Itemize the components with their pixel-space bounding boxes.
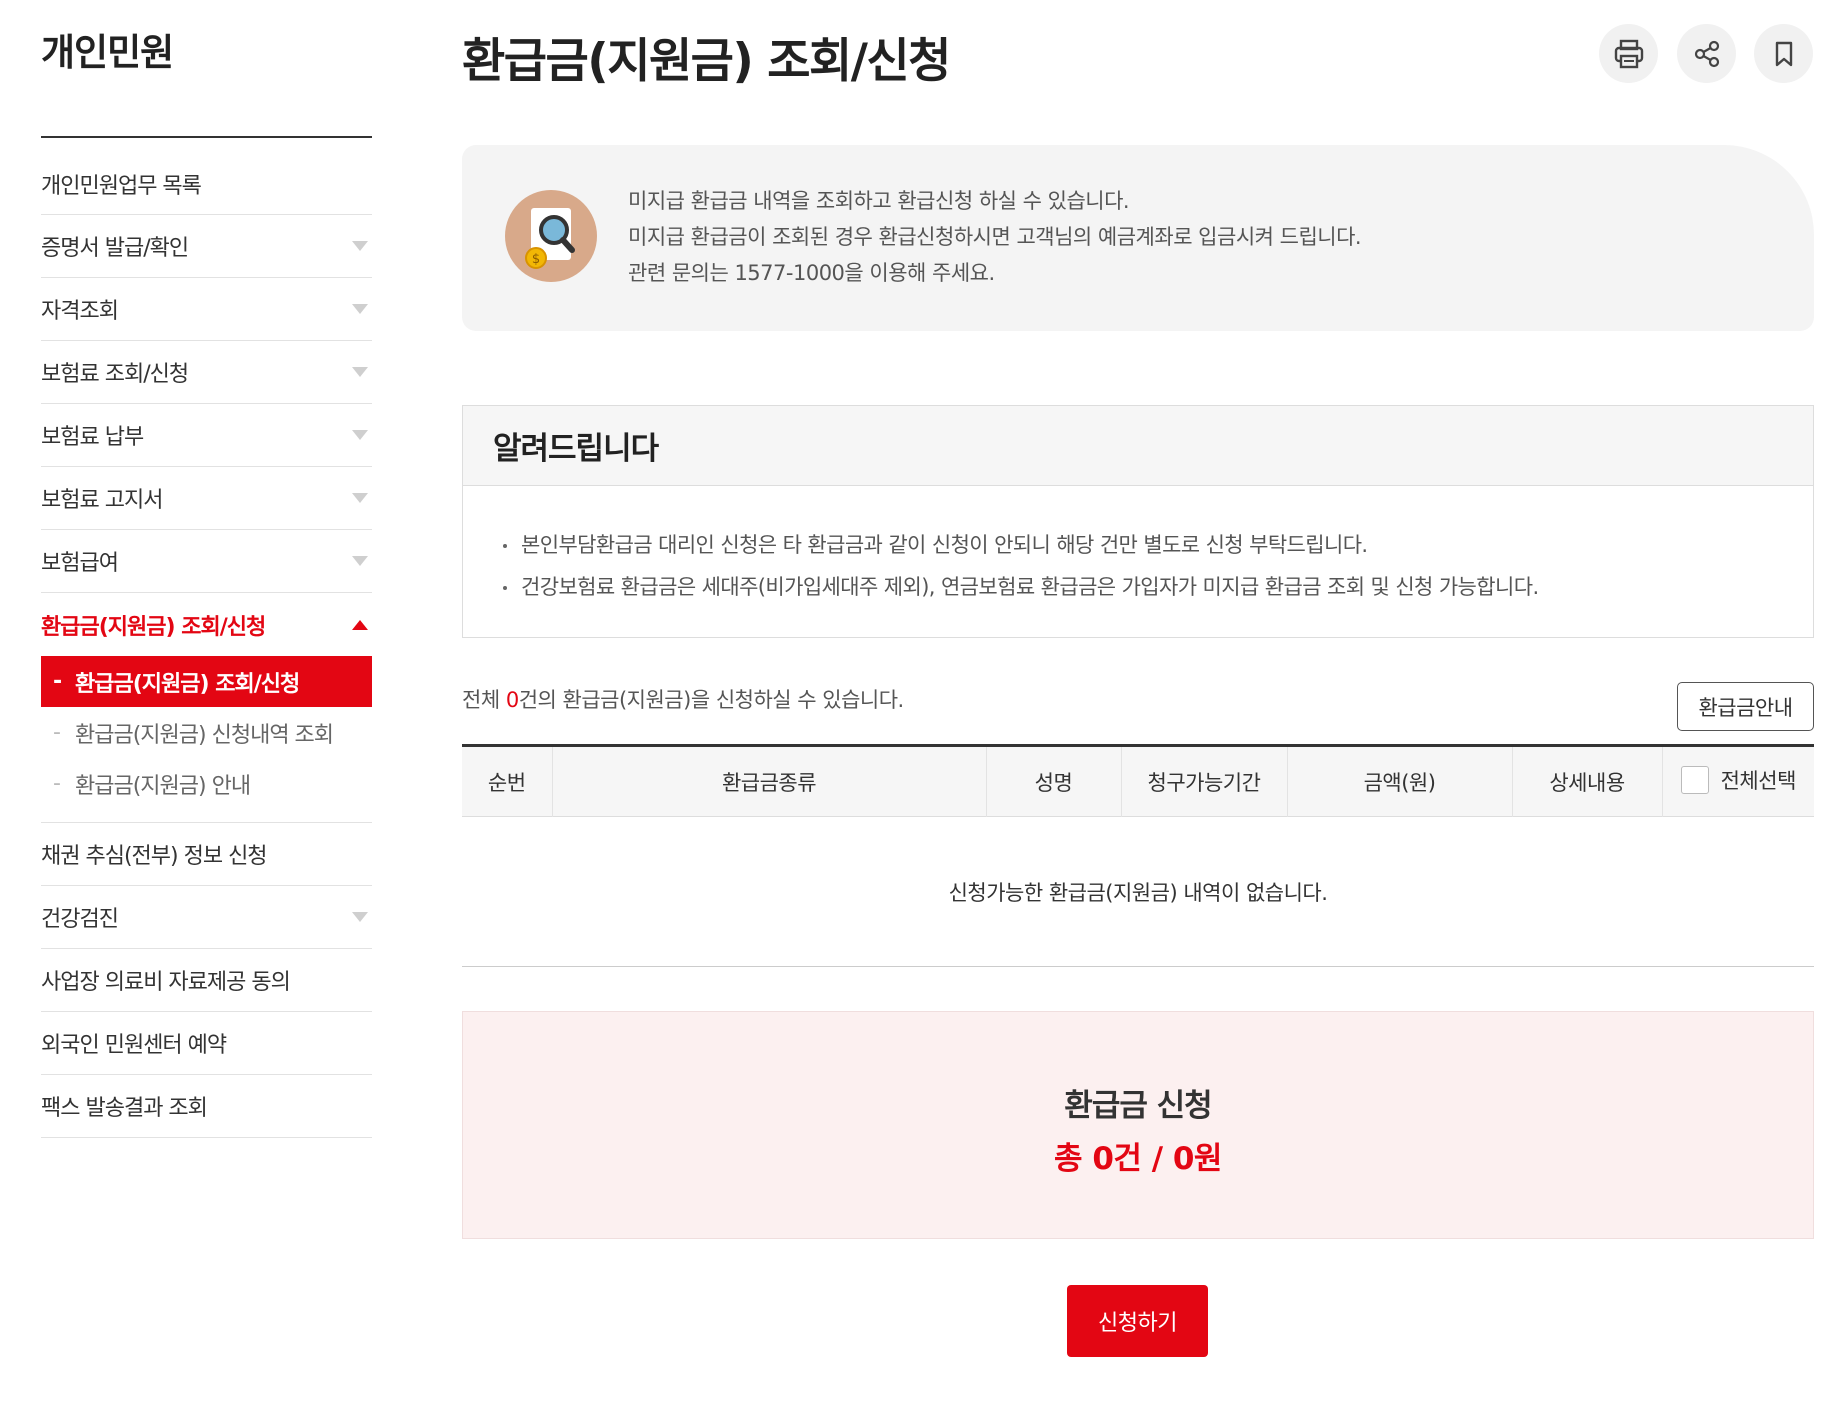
- sidebar-menu: 개인민원업무 목록 증명서 발급/확인 자격조회 보험료 조회/신청 보험료 납…: [41, 153, 372, 1138]
- bookmark-icon: [1775, 41, 1792, 66]
- print-button[interactable]: [1599, 24, 1658, 83]
- intro-line: 미지급 환급금이 조회된 경우 환급신청하시면 고객님의 예금계좌로 입금시켜 …: [628, 225, 1362, 249]
- dash-icon: -: [53, 771, 61, 796]
- table-empty-message: 신청가능한 환급금(지원금) 내역이 없습니다.: [462, 816, 1814, 967]
- caret-down-icon: [352, 493, 368, 503]
- intro-box: $ 미지급 환급금 내역을 조회하고 환급신청 하실 수 있습니다. 미지급 환…: [462, 145, 1814, 331]
- count-prefix: 전체: [462, 688, 506, 712]
- dash-icon: -: [53, 669, 62, 694]
- sidebar-item-label: 환급금(지원금) 조회/신청: [41, 614, 266, 640]
- sidebar-item-premium-notice[interactable]: 보험료 고지서: [41, 467, 372, 530]
- sidebar-item-label: 증명서 발급/확인: [41, 236, 189, 261]
- refund-search-icon: $: [505, 190, 597, 282]
- sidebar-item-civil-list[interactable]: 개인민원업무 목록: [41, 153, 372, 215]
- table-header-row: 순번 환급금종류 성명 청구가능기간 금액(원) 상세내용 전체선택: [462, 745, 1814, 817]
- col-header-period: 청구가능기간: [1120, 745, 1287, 817]
- sidebar-item-health-checkup[interactable]: 건강검진: [41, 886, 372, 949]
- notice-list: 본인부담환급금 대리인 신청은 타 환급금과 같이 신청이 안되니 해당 건만 …: [463, 486, 1813, 608]
- refund-total-box: 환급금 신청 총 0건 / 0원: [462, 1011, 1814, 1239]
- select-all-checkbox[interactable]: [1680, 765, 1709, 794]
- col-header-select-all: 전체선택: [1661, 745, 1814, 817]
- refund-count: 0: [505, 688, 519, 712]
- sidebar-item-label: 외국인 민원센터 예약: [41, 1033, 227, 1058]
- col-header-name: 성명: [985, 745, 1121, 817]
- notice-title: 알려드립니다: [463, 406, 1813, 486]
- caret-down-icon: [352, 304, 368, 314]
- notice-box: 알려드립니다 본인부담환급금 대리인 신청은 타 환급금과 같이 신청이 안되니…: [462, 405, 1814, 638]
- notice-item: 건강보험료 환급금은 세대주(비가입세대주 제외), 연금보험료 환급금은 가입…: [503, 566, 1813, 608]
- table-row: 신청가능한 환급금(지원금) 내역이 없습니다.: [462, 816, 1814, 967]
- sidebar-item-label: 보험급여: [41, 551, 119, 576]
- caret-down-icon: [352, 367, 368, 377]
- sidebar-item-premium-payment[interactable]: 보험료 납부: [41, 404, 372, 467]
- sidebar-submenu: - 환급금(지원금) 조회/신청 - 환급금(지원금) 신청내역 조회 - 환급금(지…: [41, 656, 372, 823]
- sidebar-item-label: 사업장 의료비 자료제공 동의: [41, 970, 291, 995]
- sidebar-item-label: 팩스 발송결과 조회: [41, 1096, 208, 1121]
- sidebar-item-label: 자격조회: [41, 299, 119, 324]
- total-value: 총 0건 / 0원: [1054, 1141, 1222, 1177]
- sidebar-item-debt-collection[interactable]: 채권 추심(전부) 정보 신청: [41, 823, 372, 886]
- sidebar-item-refund[interactable]: 환급금(지원금) 조회/신청: [41, 593, 372, 656]
- bookmark-button[interactable]: [1754, 24, 1813, 83]
- sidebar-subitem-refund-guide[interactable]: - 환급금(지원금) 안내: [41, 758, 372, 809]
- caret-up-icon: [352, 619, 368, 630]
- apply-button[interactable]: 신청하기: [1067, 1285, 1208, 1357]
- sidebar-item-medical-consent[interactable]: 사업장 의료비 자료제공 동의: [41, 949, 372, 1012]
- caret-down-icon: [352, 912, 368, 922]
- dash-icon: -: [53, 720, 61, 745]
- intro-line: 미지급 환급금 내역을 조회하고 환급신청 하실 수 있습니다.: [628, 189, 1130, 213]
- refund-table: 순번 환급금종류 성명 청구가능기간 금액(원) 상세내용 전체선택 신청가능한…: [462, 744, 1814, 967]
- sidebar-item-premium-inquiry[interactable]: 보험료 조회/신청: [41, 341, 372, 404]
- refund-guide-button[interactable]: 환급금안내: [1677, 682, 1814, 731]
- share-button[interactable]: [1677, 24, 1736, 83]
- sidebar-item-label: 보험료 납부: [41, 425, 144, 450]
- sidebar-item-label: 채권 추심(전부) 정보 신청: [41, 844, 268, 869]
- notice-item: 본인부담환급금 대리인 신청은 타 환급금과 같이 신청이 안되니 해당 건만 …: [503, 524, 1813, 566]
- sidebar-item-label: 개인민원업무 목록: [41, 173, 202, 199]
- sidebar-title: 개인민원: [41, 31, 174, 74]
- col-header-number: 순번: [487, 770, 526, 795]
- sidebar-item-fax-result[interactable]: 팩스 발송결과 조회: [41, 1075, 372, 1138]
- sidebar-subitem-label: 환급금(지원금) 안내: [75, 773, 251, 799]
- sidebar-item-label: 건강검진: [41, 907, 119, 932]
- sidebar-item-label: 보험료 고지서: [41, 488, 163, 513]
- caret-down-icon: [352, 556, 368, 566]
- share-icon: [1694, 40, 1719, 67]
- count-suffix: 건의 환급금(지원금)을 신청하실 수 있습니다.: [518, 688, 905, 712]
- intro-text: 미지급 환급금 내역을 조회하고 환급신청 하실 수 있습니다. 미지급 환급금…: [628, 183, 1362, 291]
- sidebar-subitem-label: 환급금(지원금) 조회/신청: [75, 671, 300, 697]
- intro-line: 관련 문의는 1577-1000을 이용해 주세요.: [628, 261, 995, 285]
- sidebar-item-label: 보험료 조회/신청: [41, 362, 189, 387]
- page-title: 환급금(지원금) 조회/신청: [462, 34, 951, 89]
- refund-count-text: 전체 0건의 환급금(지원금)을 신청하실 수 있습니다.: [462, 684, 904, 714]
- sidebar-subitem-label: 환급금(지원금) 신청내역 조회: [75, 722, 334, 748]
- caret-down-icon: [352, 430, 368, 440]
- total-label: 환급금 신청: [1064, 1088, 1212, 1124]
- svg-text:$: $: [532, 252, 540, 267]
- sidebar-subitem-refund-history[interactable]: - 환급금(지원금) 신청내역 조회: [41, 707, 372, 758]
- col-header-amount: 금액(원): [1286, 745, 1512, 817]
- sidebar-item-benefits[interactable]: 보험급여: [41, 530, 372, 593]
- sidebar-item-foreigner-reservation[interactable]: 외국인 민원센터 예약: [41, 1012, 372, 1075]
- sidebar-item-certificate[interactable]: 증명서 발급/확인: [41, 215, 372, 278]
- sidebar-item-eligibility[interactable]: 자격조회: [41, 278, 372, 341]
- caret-down-icon: [352, 241, 368, 251]
- col-header-refund-type: 환급금종류: [551, 745, 986, 817]
- col-header-detail: 상세내용: [1511, 745, 1662, 817]
- select-all-label: 전체선택: [1720, 768, 1797, 793]
- sidebar-divider: [41, 136, 372, 138]
- sidebar-subitem-refund-inquiry[interactable]: - 환급금(지원금) 조회/신청: [41, 656, 372, 707]
- print-icon: [1614, 39, 1643, 68]
